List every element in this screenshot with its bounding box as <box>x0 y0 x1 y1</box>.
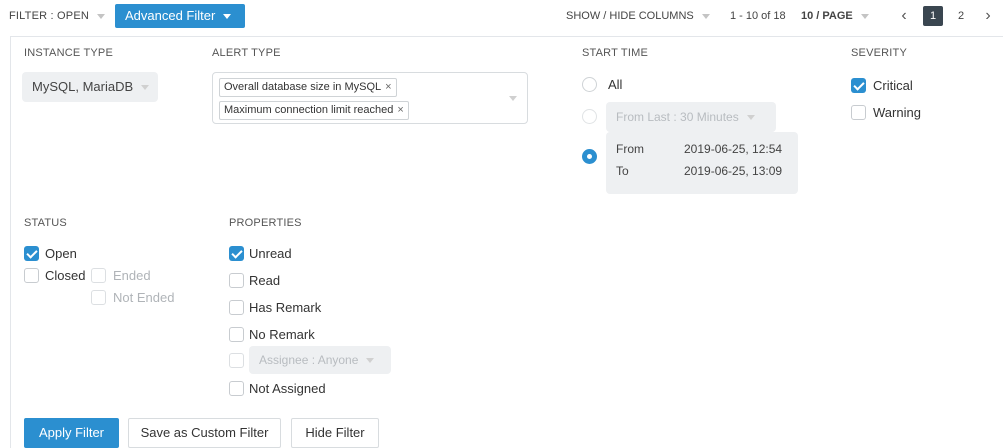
chevron-down-icon <box>701 13 710 19</box>
chevron-down-icon <box>860 13 869 19</box>
status-ended-checkbox[interactable] <box>91 268 106 283</box>
next-page-icon[interactable]: › <box>981 6 995 26</box>
date-range-picker[interactable]: From 2019-06-25, 12:54 To 2019-06-25, 13… <box>606 132 798 194</box>
start-time-from-last-radio[interactable] <box>582 109 597 124</box>
property-has-remark-checkbox[interactable] <box>229 300 244 315</box>
severity-critical-label: Critical <box>873 78 913 93</box>
status-not-ended-label: Not Ended <box>113 290 175 305</box>
severity-critical-checkbox[interactable] <box>851 78 866 93</box>
alert-type-tag-label: Overall database size in MySQL <box>224 81 382 93</box>
status-closed-label: Closed <box>45 268 86 283</box>
pagination-range: 1 - 10 of 18 <box>730 10 786 22</box>
property-unread-label: Unread <box>249 246 292 261</box>
property-read-label: Read <box>249 273 281 288</box>
status-ended-label: Ended <box>113 268 151 283</box>
instance-type-select[interactable]: MySQL, MariaDB <box>22 72 158 102</box>
alert-type-tag-label: Maximum connection limit reached <box>224 104 394 116</box>
to-label: To <box>616 164 629 178</box>
chevron-down-icon <box>509 96 517 101</box>
status-closed-checkbox[interactable] <box>24 268 39 283</box>
filter-status-label: FILTER : OPEN <box>9 10 90 22</box>
chevron-down-icon <box>366 358 375 364</box>
remove-tag-icon[interactable]: × <box>397 104 403 116</box>
property-has-remark-label: Has Remark <box>249 300 322 315</box>
advanced-filter-button[interactable]: Advanced Filter <box>115 4 245 28</box>
severity-warning-checkbox[interactable] <box>851 105 866 120</box>
page-button-2[interactable]: 2 <box>951 6 971 26</box>
property-no-remark-checkbox[interactable] <box>229 327 244 342</box>
status-open-checkbox[interactable] <box>24 246 39 261</box>
show-hide-columns-label: SHOW / HIDE COLUMNS <box>566 10 694 22</box>
assignee-select[interactable]: Assignee : Anyone <box>249 346 391 374</box>
alert-type-tag: Overall database size in MySQL × <box>219 78 397 97</box>
chevron-down-icon <box>141 85 150 91</box>
start-time-all-radio[interactable] <box>582 77 597 92</box>
property-unread-checkbox[interactable] <box>229 246 244 261</box>
advanced-filter-label: Advanced Filter <box>125 8 216 23</box>
instance-type-heading: INSTANCE TYPE <box>24 47 113 59</box>
apply-filter-button[interactable]: Apply Filter <box>24 418 119 448</box>
property-not-assigned-checkbox[interactable] <box>229 381 244 396</box>
start-time-all-label: All <box>608 77 623 92</box>
status-heading: STATUS <box>24 217 67 229</box>
per-page-label: 10 / PAGE <box>801 10 853 22</box>
previous-page-icon[interactable]: ‹ <box>897 6 911 26</box>
property-not-assigned-label: Not Assigned <box>249 381 326 396</box>
start-time-heading: START TIME <box>582 47 648 59</box>
property-read-checkbox[interactable] <box>229 273 244 288</box>
from-date-value[interactable]: 2019-06-25, 12:54 <box>684 142 782 156</box>
hide-filter-button[interactable]: Hide Filter <box>291 418 379 448</box>
alert-type-heading: ALERT TYPE <box>212 47 281 59</box>
per-page-dropdown[interactable]: 10 / PAGE <box>801 10 869 22</box>
properties-heading: PROPERTIES <box>229 217 302 229</box>
chevron-down-icon <box>223 14 232 20</box>
from-last-select[interactable]: From Last : 30 Minutes <box>606 102 776 132</box>
remove-tag-icon[interactable]: × <box>385 81 391 93</box>
severity-warning-label: Warning <box>873 105 921 120</box>
start-time-range-radio[interactable] <box>582 149 597 164</box>
save-custom-filter-button[interactable]: Save as Custom Filter <box>128 418 281 448</box>
instance-type-value: MySQL, MariaDB <box>32 79 134 94</box>
show-hide-columns-dropdown[interactable]: SHOW / HIDE COLUMNS <box>566 10 710 22</box>
from-label: From <box>616 142 644 156</box>
status-open-label: Open <box>45 246 77 261</box>
filter-status-dropdown[interactable]: FILTER : OPEN <box>9 10 106 22</box>
from-last-value: From Last : 30 Minutes <box>616 110 739 124</box>
to-date-value[interactable]: 2019-06-25, 13:09 <box>684 164 782 178</box>
status-not-ended-checkbox[interactable] <box>91 290 106 305</box>
filter-toolbar: FILTER : OPEN Advanced Filter SHOW / HID… <box>0 0 1003 36</box>
property-no-remark-label: No Remark <box>249 327 315 342</box>
page-button-1[interactable]: 1 <box>923 6 943 26</box>
assignee-value: Assignee : Anyone <box>259 353 359 367</box>
alert-type-multiselect[interactable]: Overall database size in MySQL × Maximum … <box>212 72 528 124</box>
severity-heading: SEVERITY <box>851 47 908 59</box>
chevron-down-icon <box>97 13 106 19</box>
alert-type-tag: Maximum connection limit reached × <box>219 101 409 120</box>
property-assignee-checkbox[interactable] <box>229 353 244 368</box>
chevron-down-icon <box>746 115 755 121</box>
